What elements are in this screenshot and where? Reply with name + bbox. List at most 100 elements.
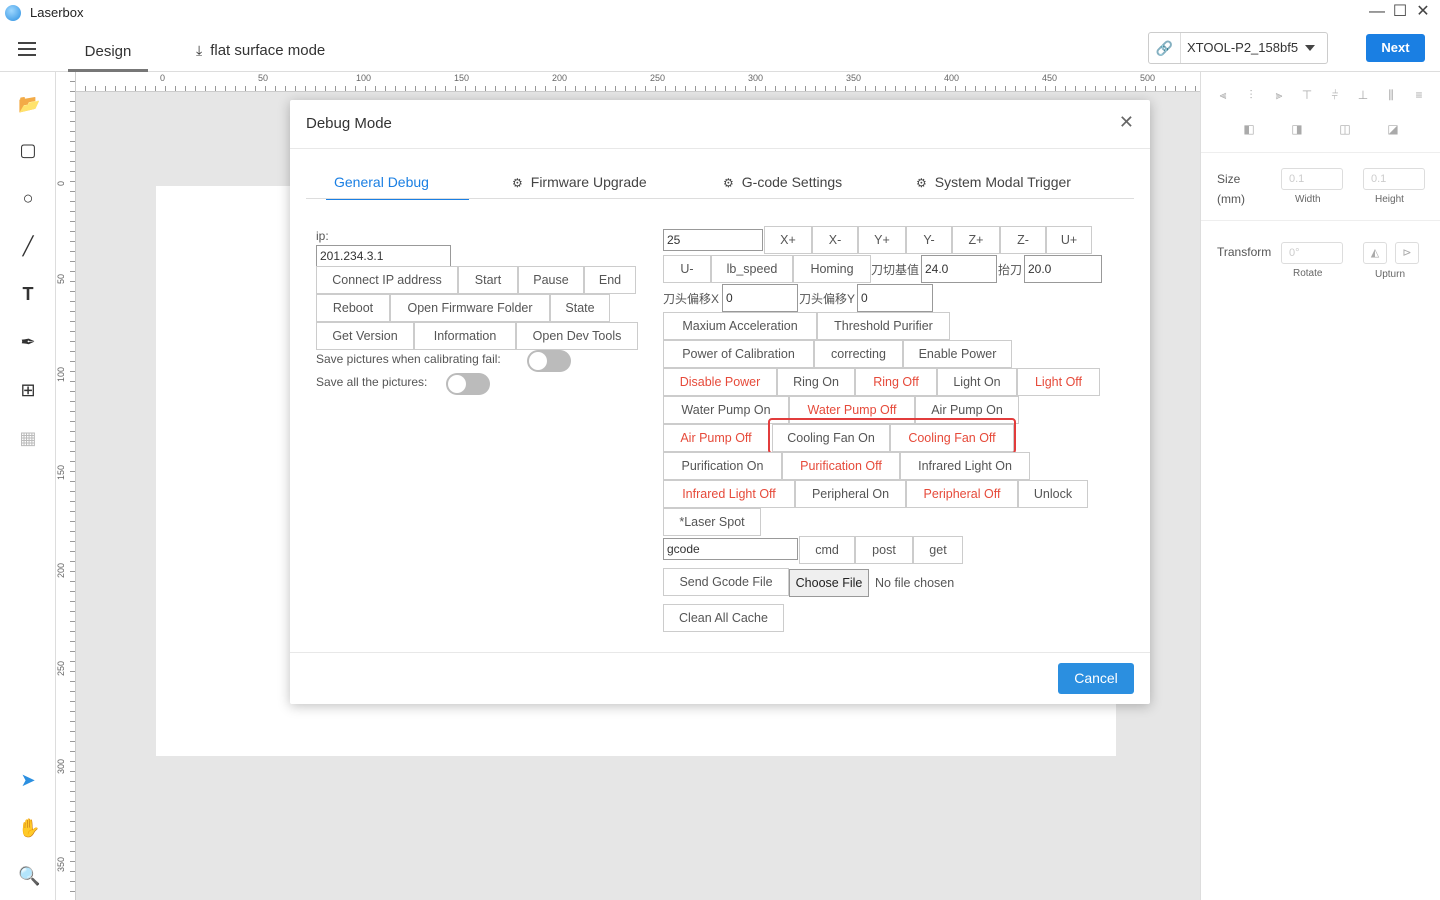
air-pump-off-button[interactable]: Air Pump Off — [663, 424, 769, 452]
line-tool-icon[interactable]: ╱ — [18, 236, 38, 256]
flip-vertical-icon[interactable]: ◭ — [1363, 242, 1387, 264]
start-button[interactable]: Start — [458, 266, 518, 294]
subtract-icon[interactable]: ◨ — [1289, 122, 1305, 136]
open-firmware-folder-button[interactable]: Open Firmware Folder — [390, 294, 550, 322]
enable-power-button[interactable]: Enable Power — [903, 340, 1012, 368]
cancel-button[interactable]: Cancel — [1058, 663, 1134, 694]
close-window-button[interactable]: ✕ — [1412, 2, 1434, 22]
hand-pan-icon[interactable]: ✋ — [18, 818, 40, 838]
zoom-icon[interactable]: 🔍 — [18, 866, 40, 886]
close-icon[interactable]: ✕ — [1119, 112, 1134, 133]
offset-y-label: 刀头偏移Y — [799, 292, 856, 306]
union-icon[interactable]: ◧ — [1241, 122, 1257, 136]
y-plus-button[interactable]: Y+ — [858, 226, 906, 254]
intersect-icon[interactable]: ◫ — [1337, 122, 1353, 136]
homing-button[interactable]: Homing — [793, 255, 871, 283]
device-name: XTOOL-P2_158bf5 — [1187, 40, 1299, 55]
y-minus-button[interactable]: Y- — [906, 226, 952, 254]
pause-button[interactable]: Pause — [518, 266, 584, 294]
align-bottom-icon[interactable]: ⊥ — [1355, 88, 1371, 102]
clean-all-cache-button[interactable]: Clean All Cache — [663, 604, 784, 632]
u-minus-button[interactable]: U- — [663, 255, 711, 283]
align-center-horizontal-icon[interactable]: ⫶ — [1243, 88, 1259, 102]
distribute-horizontal-icon[interactable]: ⫼ — [1383, 88, 1399, 102]
purification-on-button[interactable]: Purification On — [663, 452, 782, 480]
select-pointer-icon[interactable]: ➤ — [18, 770, 38, 790]
get-version-button[interactable]: Get Version — [316, 322, 414, 350]
x-plus-button[interactable]: X+ — [764, 226, 812, 254]
tab-flat-surface-mode[interactable]: ⤓ flat surface mode — [196, 42, 325, 59]
tab-system-modal-trigger[interactable]: ⚙ System Modal Trigger — [916, 174, 1071, 200]
next-button[interactable]: Next — [1366, 34, 1425, 62]
power-calibration-button[interactable]: Power of Calibration — [663, 340, 814, 368]
width-input[interactable]: 0.1 — [1281, 168, 1343, 190]
correcting-button[interactable]: correcting — [814, 340, 903, 368]
light-on-button[interactable]: Light On — [937, 368, 1017, 396]
hamburger-menu-icon[interactable] — [18, 42, 36, 56]
purification-off-button[interactable]: Purification Off — [782, 452, 900, 480]
cut-base-input[interactable]: 24.0 — [921, 255, 997, 283]
ring-off-button[interactable]: Ring Off — [855, 368, 937, 396]
flip-horizontal-icon[interactable]: ⊳ — [1395, 242, 1419, 264]
text-tool-icon[interactable]: T — [18, 284, 38, 304]
choose-file-button[interactable]: Choose File — [789, 569, 869, 597]
height-input[interactable]: 0.1 — [1363, 168, 1425, 190]
max-acceleration-button[interactable]: Maxium Acceleration — [663, 312, 817, 340]
z-plus-button[interactable]: Z+ — [952, 226, 1000, 254]
minimize-button[interactable]: — — [1366, 2, 1388, 22]
offset-y-input[interactable]: 0 — [857, 284, 933, 312]
disable-power-button[interactable]: Disable Power — [663, 368, 777, 396]
align-top-icon[interactable]: ⊤ — [1299, 88, 1315, 102]
add-shape-icon[interactable]: ⊞ — [18, 380, 38, 400]
rotate-input[interactable]: 0° — [1281, 242, 1343, 264]
reboot-button[interactable]: Reboot — [316, 294, 390, 322]
ip-label: ip: — [316, 229, 329, 243]
tab-general-debug[interactable]: General Debug — [326, 174, 469, 200]
laser-spot-button[interactable]: *Laser Spot — [663, 508, 761, 536]
save-fail-toggle[interactable] — [527, 350, 571, 372]
step-input[interactable]: 25 — [663, 229, 763, 251]
infrared-light-on-button[interactable]: Infrared Light On — [900, 452, 1030, 480]
z-minus-button[interactable]: Z- — [1000, 226, 1046, 254]
cmd-button[interactable]: cmd — [799, 536, 855, 564]
connect-ip-button[interactable]: Connect IP address — [316, 266, 458, 294]
grid-apps-icon[interactable]: ▦ — [18, 428, 38, 448]
state-button[interactable]: State — [550, 294, 610, 322]
tab-label: General Debug — [334, 174, 429, 190]
threshold-purifier-button[interactable]: Threshold Purifier — [817, 312, 950, 340]
align-right-icon[interactable]: ⫸ — [1271, 88, 1287, 102]
save-all-toggle[interactable] — [446, 373, 490, 395]
align-left-icon[interactable]: ⫷ — [1215, 88, 1231, 102]
circle-tool-icon[interactable]: ○ — [18, 188, 38, 208]
end-button[interactable]: End — [584, 266, 636, 294]
distribute-vertical-icon[interactable]: ≡ — [1411, 88, 1427, 102]
information-button[interactable]: Information — [414, 322, 516, 350]
tab-design[interactable]: Design — [68, 38, 148, 72]
send-gcode-file-button[interactable]: Send Gcode File — [663, 568, 789, 596]
tab-firmware-upgrade[interactable]: ⚙ Firmware Upgrade — [512, 174, 647, 200]
get-button[interactable]: get — [913, 536, 963, 564]
exclude-icon[interactable]: ◪ — [1385, 122, 1401, 136]
align-middle-icon[interactable]: ⫩ — [1327, 88, 1343, 102]
folder-icon[interactable]: 📂 — [18, 94, 40, 114]
ring-on-button[interactable]: Ring On — [777, 368, 855, 396]
offset-x-input[interactable]: 0 — [722, 284, 798, 312]
lb-speed-button[interactable]: lb_speed — [711, 255, 793, 283]
tab-gcode-settings[interactable]: ⚙ G-code Settings — [723, 174, 842, 200]
infrared-light-off-button[interactable]: Infrared Light Off — [663, 480, 795, 508]
rectangle-tool-icon[interactable]: ▢ — [18, 140, 38, 160]
pen-tool-icon[interactable]: ✒ — [18, 332, 38, 352]
open-dev-tools-button[interactable]: Open Dev Tools — [516, 322, 638, 350]
peripheral-off-button[interactable]: Peripheral Off — [906, 480, 1018, 508]
x-minus-button[interactable]: X- — [812, 226, 858, 254]
peripheral-on-button[interactable]: Peripheral On — [795, 480, 906, 508]
u-plus-button[interactable]: U+ — [1046, 226, 1092, 254]
device-select[interactable]: 🔗 XTOOL-P2_158bf5 — [1148, 32, 1328, 64]
light-off-button[interactable]: Light Off — [1017, 368, 1100, 396]
post-button[interactable]: post — [855, 536, 913, 564]
unlock-button[interactable]: Unlock — [1018, 480, 1088, 508]
ip-input[interactable]: 201.234.3.1 — [316, 245, 451, 267]
maximize-button[interactable]: ☐ — [1389, 2, 1411, 22]
gcode-input[interactable]: gcode — [663, 538, 798, 560]
lift-input[interactable]: 20.0 — [1024, 255, 1102, 283]
